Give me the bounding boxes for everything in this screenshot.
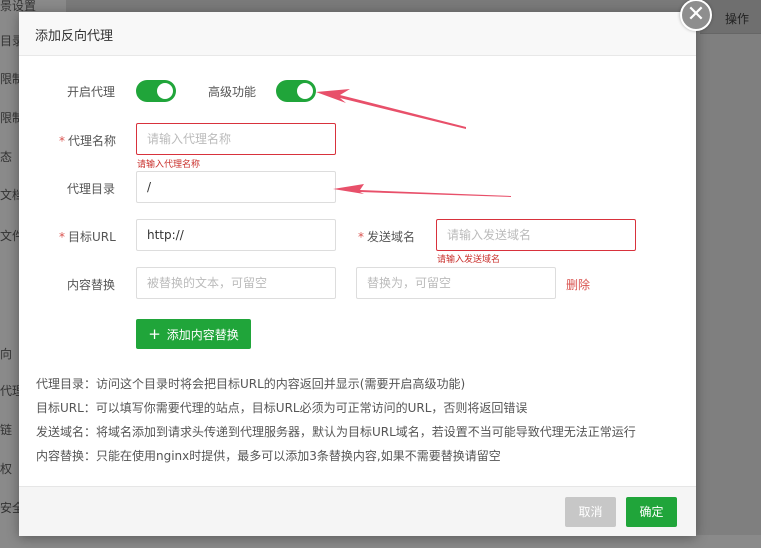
- toggle-knob: [157, 83, 173, 99]
- required-marker: *: [59, 134, 65, 148]
- background-column-header: 操作: [725, 12, 750, 26]
- background-table-area: [696, 0, 761, 548]
- proxy-dir-label: 代理目录: [67, 182, 116, 196]
- plus-icon: +: [148, 325, 161, 343]
- proxy-name-label-text: 代理名称: [68, 134, 117, 148]
- add-content-replace-label: 添加内容替换: [166, 328, 239, 342]
- target-url-label: * 目标URL: [59, 228, 116, 245]
- enable-proxy-toggle[interactable]: [136, 80, 176, 102]
- advanced-features-toggle[interactable]: [276, 80, 316, 102]
- delete-replace-link[interactable]: 删除: [566, 276, 590, 293]
- help-line: 发送域名：将域名添加到请求头传递到代理服务器，默认为目标URL域名，若设置不当可…: [36, 425, 636, 439]
- toggle-advanced-label: 高级功能: [208, 85, 257, 99]
- help-line: 代理目录：访问这个目录时将会把目标URL的内容返回并显示(需要开启高级功能): [36, 377, 466, 391]
- dialog-title: 添加反向代理: [19, 12, 696, 56]
- target-url-input[interactable]: [136, 219, 336, 251]
- required-marker: *: [358, 230, 364, 244]
- confirm-button[interactable]: 确定: [626, 497, 677, 527]
- toggle-knob: [297, 83, 313, 99]
- required-marker: *: [59, 230, 65, 244]
- send-domain-label: * 发送域名: [358, 228, 415, 245]
- help-line: 内容替换：只能在使用nginx时提供，最多可以添加3条替换内容,如果不需要替换请…: [36, 449, 501, 463]
- background-sidebar-item: 权: [0, 462, 13, 476]
- close-icon[interactable]: ✕: [680, 0, 712, 31]
- target-url-label-text: 目标URL: [68, 230, 116, 244]
- background-bottom-strip: [0, 535, 761, 548]
- help-line: 目标URL：可以填写你需要代理的站点，目标URL必须为可正常访问的URL，否则将…: [36, 401, 528, 415]
- replace-to-input[interactable]: [356, 267, 556, 299]
- send-domain-error: 请输入发送域名: [437, 255, 501, 265]
- content-replace-label: 内容替换: [67, 278, 116, 292]
- add-reverse-proxy-dialog: 添加反向代理 开启代理 高级功能 *代理名称 请输入代理名称 代理目录 *目标U…: [19, 12, 696, 536]
- toggle-proxy-label: 开启代理: [67, 85, 116, 99]
- proxy-name-input[interactable]: [136, 123, 336, 155]
- dialog-footer: 取消 确定: [19, 486, 696, 536]
- replace-from-input[interactable]: [136, 267, 336, 299]
- proxy-name-error: 请输入代理名称: [137, 160, 201, 170]
- proxy-dir-input[interactable]: [136, 171, 336, 203]
- send-domain-label-text: 发送域名: [367, 230, 416, 244]
- add-content-replace-button[interactable]: + 添加内容替换: [136, 319, 251, 349]
- background-sidebar-item: 链: [0, 423, 13, 437]
- cancel-button[interactable]: 取消: [565, 497, 616, 527]
- background-sidebar-item: 向: [0, 347, 13, 361]
- send-domain-input[interactable]: [436, 219, 636, 251]
- proxy-name-label: * 代理名称: [59, 132, 116, 149]
- background-sidebar-item: 态: [0, 150, 13, 164]
